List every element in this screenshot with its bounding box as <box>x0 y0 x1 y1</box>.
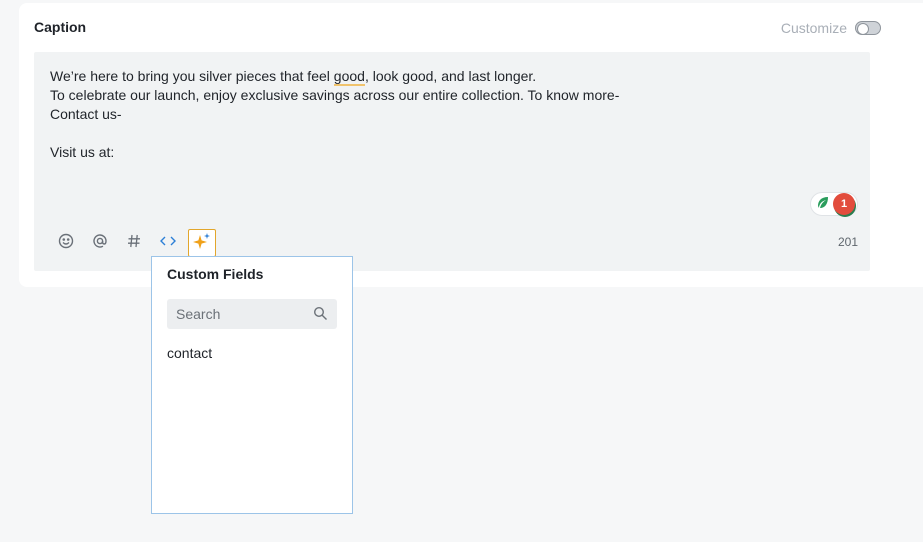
search-icon[interactable] <box>313 306 328 326</box>
code-button[interactable] <box>154 229 182 257</box>
custom-fields-title: Custom Fields <box>167 266 264 282</box>
customize-label: Customize <box>780 20 847 36</box>
text-line-1: We’re here to bring you silver pieces th… <box>50 67 619 86</box>
mention-icon <box>92 233 108 254</box>
ai-assist-button[interactable] <box>188 229 216 257</box>
leaf-icon <box>816 196 830 215</box>
custom-fields-dropdown: Custom Fields contact <box>151 256 353 514</box>
ai-sparkle-icon <box>193 232 211 255</box>
caption-editor[interactable]: We’re here to bring you silver pieces th… <box>34 52 870 271</box>
caption-text[interactable]: We’re here to bring you silver pieces th… <box>50 67 619 162</box>
caption-card: Caption Customize We’re here to bring yo… <box>19 3 923 287</box>
mention-button[interactable] <box>86 229 114 257</box>
flagged-word[interactable]: good <box>333 68 365 86</box>
text-line-3: Contact us- <box>50 106 122 122</box>
text-line-4 <box>50 124 619 143</box>
hashtag-icon <box>126 233 142 254</box>
text-line-2: To celebrate our launch, enjoy exclusive… <box>50 87 620 103</box>
hashtag-button[interactable] <box>120 229 148 257</box>
toggle-knob <box>857 23 869 35</box>
code-icon <box>159 233 177 254</box>
custom-fields-search[interactable] <box>167 299 337 329</box>
text-line-5: Visit us at: <box>50 144 115 160</box>
grammar-checker-button[interactable]: 1 <box>810 192 858 216</box>
grammar-issue-badge: 1 <box>833 193 855 215</box>
custom-field-item-contact[interactable]: contact <box>167 345 212 361</box>
emoji-icon <box>58 233 74 254</box>
text-segment: We’re here to bring you silver pieces th… <box>50 68 334 84</box>
text-segment: , look good, and last longer. <box>364 68 537 84</box>
caption-title: Caption <box>34 19 87 35</box>
editor-toolbar <box>52 229 222 257</box>
character-count: 201 <box>837 235 858 249</box>
emoji-button[interactable] <box>52 229 80 257</box>
search-input[interactable] <box>167 299 307 329</box>
customize-control[interactable]: Customize <box>781 20 881 36</box>
customize-toggle[interactable] <box>855 21 881 35</box>
